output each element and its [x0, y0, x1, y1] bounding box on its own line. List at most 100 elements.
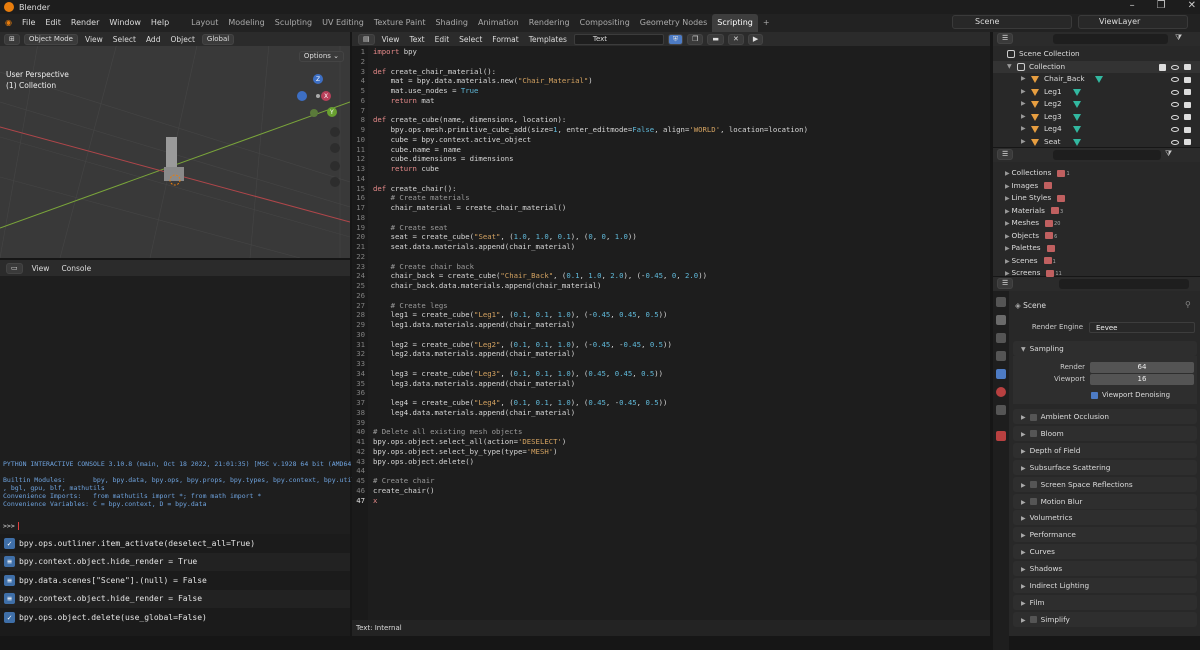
viewport-menu-add[interactable]: Add [143, 35, 164, 44]
expand-icon[interactable]: ▶ [1021, 73, 1027, 86]
tab-uv-editing[interactable]: UV Editing [317, 14, 369, 32]
code-line[interactable]: 14 [352, 174, 990, 184]
properties-editor[interactable]: ☰ ◈ Scene ⚲ Render Engine Eevee ▼ Samplin… [993, 277, 1200, 650]
run-script-icon[interactable]: ▶ [747, 33, 764, 45]
code-line[interactable]: 46 create_chair() [352, 486, 990, 496]
tab-texture-paint[interactable]: Texture Paint [369, 14, 431, 32]
python-console[interactable]: ▭ View Console PYTHON INTERACTIVE CONSOL… [0, 260, 359, 534]
code-line[interactable]: 8 def create_cube(name, dimensions, locat… [352, 115, 990, 125]
log-entry[interactable]: ≡ bpy.context.object.hide_render = True [0, 552, 350, 571]
camera-icon[interactable] [1184, 64, 1191, 70]
outliner-row-scene-collection[interactable]: Scene Collection [993, 48, 1200, 61]
code-line[interactable]: 20 seat = create_cube("Seat", (1.0, 1.0,… [352, 232, 990, 242]
sampling-panel-header[interactable]: ▼ Sampling [1013, 341, 1197, 356]
menu-edit[interactable]: Edit [40, 14, 66, 32]
code-line[interactable]: 44 [352, 466, 990, 476]
view-layer-tab-icon[interactable] [996, 351, 1006, 361]
tab-sculpting[interactable]: Sculpting [270, 14, 317, 32]
code-line[interactable]: 7 [352, 106, 990, 116]
add-workspace-button[interactable]: + [758, 14, 775, 32]
viewport-menu-view[interactable]: View [82, 35, 106, 44]
blend-file-row[interactable]: ▶ Images [1005, 180, 1053, 193]
viewport-canvas[interactable]: X Y Z [0, 32, 350, 258]
checkbox-icon[interactable] [1159, 63, 1166, 71]
mesh-data-icon[interactable] [1073, 113, 1081, 121]
mesh-data-icon[interactable] [1073, 138, 1081, 146]
panel-header-motion-blur[interactable]: ▶ Motion Blur [1013, 493, 1197, 509]
code-line[interactable]: 24 chair_back = create_cube("Chair_Back"… [352, 271, 990, 281]
te-menu-view[interactable]: View [379, 35, 403, 44]
checkbox-icon[interactable] [1029, 481, 1037, 489]
console-editor-type-icon[interactable]: ▭ [6, 262, 23, 274]
camera-icon[interactable] [1184, 126, 1191, 133]
checkbox-icon[interactable] [1029, 430, 1037, 438]
eye-icon[interactable] [1171, 102, 1179, 107]
eye-icon[interactable] [1171, 127, 1179, 132]
code-area[interactable]: 1 import bpy 2 3 def create_chair_material()… [352, 46, 990, 622]
blend-file-row[interactable]: ▶ Scenes 1 [1005, 255, 1056, 268]
te-menu-format[interactable]: Format [489, 35, 521, 44]
code-line[interactable]: 19 # Create seat [352, 223, 990, 233]
log-entry[interactable]: ✓ bpy.ops.outliner.item_activate(deselect… [0, 534, 350, 553]
code-line[interactable]: 12 cube.dimensions = dimensions [352, 154, 990, 164]
code-line[interactable]: 30 [352, 330, 990, 340]
code-line[interactable]: 39 [352, 418, 990, 428]
code-line[interactable]: 28 leg1 = create_cube("Leg1", (0.1, 0.1,… [352, 310, 990, 320]
scene-tab-icon[interactable] [996, 369, 1006, 379]
folder-icon[interactable]: ▬ [707, 33, 725, 45]
filter-icon[interactable]: ⧩ [1165, 149, 1172, 159]
code-line[interactable]: 1 import bpy [352, 47, 990, 57]
menu-render[interactable]: Render [66, 14, 104, 32]
code-line[interactable]: 11 cube.name = name [352, 145, 990, 155]
panel-header-simplify[interactable]: ▶ Simplify [1013, 611, 1197, 627]
camera-icon[interactable] [1184, 114, 1191, 120]
panel-header-film[interactable]: ▶ Film [1013, 594, 1197, 610]
code-line[interactable]: 26 [352, 291, 990, 301]
editor-type-icon[interactable]: ⊞ [4, 33, 20, 45]
outliner-row-object[interactable]: ▶ Seat [993, 136, 1200, 149]
code-line[interactable]: 6 return mat [352, 96, 990, 106]
tab-scripting[interactable]: Scripting [712, 14, 758, 32]
code-line[interactable]: 32 leg2.data.materials.append(chair_mate… [352, 349, 990, 359]
panel-header-volumetrics[interactable]: ▶ Volumetrics [1013, 510, 1197, 526]
outliner-editor-type-icon[interactable]: ☰ [997, 33, 1014, 44]
code-line[interactable]: 4 mat = bpy.data.materials.new("Chair_Ma… [352, 76, 990, 86]
panel-header-shadows[interactable]: ▶ Shadows [1013, 561, 1197, 577]
checkbox-icon[interactable] [1029, 616, 1037, 624]
log-entry[interactable]: ≡ bpy.context.object.hide_render = False [0, 589, 350, 608]
eye-icon[interactable] [1171, 139, 1179, 145]
properties-editor-type-icon[interactable]: ☰ [997, 278, 1014, 289]
te-menu-text[interactable]: Text [406, 35, 427, 44]
checkbox-icon[interactable] [1029, 413, 1037, 421]
minimize-icon[interactable]: – [1130, 0, 1135, 11]
code-line[interactable]: 41 bpy.ops.object.select_all(action='DESE… [352, 437, 990, 447]
code-line[interactable]: 25 chair_back.data.materials.append(chai… [352, 281, 990, 291]
blend-file-row[interactable]: ▶ Line Styles [1005, 192, 1066, 205]
tab-geometry-nodes[interactable]: Geometry Nodes [635, 14, 712, 32]
code-line[interactable]: 33 [352, 359, 990, 369]
text-editor-type-icon[interactable]: ▤ [358, 33, 375, 45]
info-log[interactable]: ✓ bpy.ops.outliner.item_activate(deselect… [0, 534, 350, 636]
orientation-dropdown[interactable]: Global [201, 33, 235, 45]
code-line[interactable]: 23 # Create chair back [352, 262, 990, 272]
tab-layout[interactable]: Layout [186, 14, 223, 32]
close-icon[interactable]: ✕ [1188, 0, 1196, 11]
object-mode-dropdown[interactable]: Object Mode [23, 33, 78, 45]
options-dropdown[interactable]: Options ⌄ [298, 51, 344, 62]
code-line[interactable]: 34 leg3 = create_cube("Leg3", (0.1, 0.1,… [352, 369, 990, 379]
code-line[interactable]: 36 [352, 388, 990, 398]
code-line[interactable]: 40 # Delete all existing mesh objects [352, 427, 990, 437]
outliner-row-object[interactable]: ▶ Leg1 [993, 86, 1200, 99]
mesh-data-icon[interactable] [1095, 76, 1103, 83]
code-line[interactable]: 9 bpy.ops.mesh.primitive_cube_add(size=1… [352, 125, 990, 135]
mesh-data-icon[interactable] [1073, 101, 1081, 108]
menu-file[interactable]: File [17, 14, 40, 32]
tab-animation[interactable]: Animation [473, 14, 524, 32]
panel-header-indirect-lighting[interactable]: ▶ Indirect Lighting [1013, 578, 1197, 593]
blend-file-row[interactable]: ▶ Meshes 20 [1005, 217, 1060, 230]
outliner-row-object[interactable]: ▶ Leg3 [993, 111, 1200, 124]
code-line[interactable]: 31 leg2 = create_cube("Leg2", (0.1, 0.1,… [352, 340, 990, 350]
maximize-icon[interactable]: ❐ [1157, 0, 1166, 11]
mesh-data-icon[interactable] [1073, 126, 1081, 133]
text-datablock-field[interactable]: Text [573, 33, 664, 45]
